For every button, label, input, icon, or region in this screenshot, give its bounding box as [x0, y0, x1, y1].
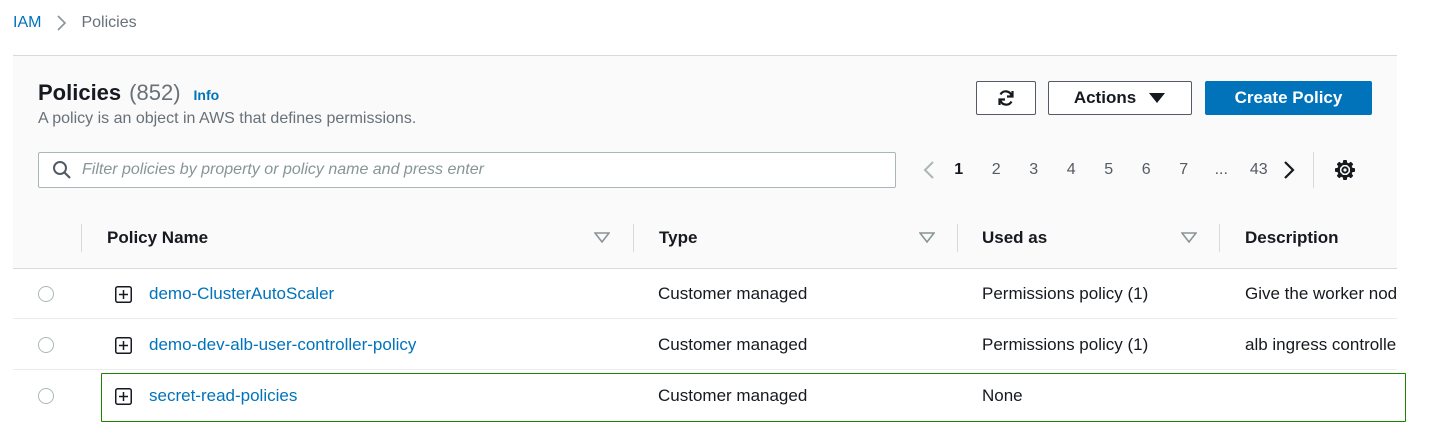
panel-header: Policies (852) Info A policy is an objec…: [13, 56, 1397, 209]
table-header: Policy Name Type Used as Description: [13, 208, 1397, 269]
previous-page-icon[interactable]: [918, 152, 940, 188]
policy-description: [1245, 371, 1397, 421]
policy-name-link[interactable]: demo-ClusterAutoScaler: [149, 269, 334, 319]
policy-name-link[interactable]: secret-read-policies: [149, 371, 297, 421]
page-7-button[interactable]: 7: [1165, 152, 1203, 188]
sort-down-icon[interactable]: [918, 230, 936, 246]
policy-used-as: None: [982, 386, 1023, 405]
expand-plus-icon[interactable]: [115, 388, 132, 405]
column-divider: [81, 224, 82, 252]
page-description: A policy is an object in AWS that define…: [38, 110, 417, 127]
page-4-button[interactable]: 4: [1053, 152, 1091, 188]
column-header-used-as[interactable]: Used as: [982, 208, 1047, 268]
refresh-icon: [996, 88, 1016, 108]
sort-down-icon[interactable]: [593, 230, 611, 246]
page-5-button[interactable]: 5: [1090, 152, 1128, 188]
info-link[interactable]: Info: [194, 87, 220, 103]
actions-dropdown-button[interactable]: Actions: [1048, 81, 1192, 115]
table-row[interactable]: secret-read-policies Customer managed No…: [13, 371, 1397, 421]
column-divider: [957, 224, 958, 252]
policy-used-as: Permissions policy (1): [982, 335, 1149, 354]
row-select-radio[interactable]: [38, 388, 54, 404]
breadcrumb-iam-link[interactable]: IAM: [13, 14, 41, 32]
policy-used-as: Permissions policy (1): [982, 284, 1149, 303]
expand-plus-icon[interactable]: [115, 337, 132, 354]
page-6-button[interactable]: 6: [1128, 152, 1166, 188]
policy-type: Customer managed: [658, 335, 808, 354]
page-last-button[interactable]: 43: [1240, 152, 1278, 188]
policy-count: (852): [129, 80, 181, 105]
policy-type: Customer managed: [658, 284, 808, 303]
page-2-button[interactable]: 2: [978, 152, 1016, 188]
breadcrumb-current: Policies: [81, 14, 137, 31]
expand-plus-icon[interactable]: [115, 286, 132, 303]
table-row[interactable]: demo-dev-alb-user-controller-policy Cust…: [13, 320, 1397, 370]
row-select-radio[interactable]: [38, 337, 54, 353]
pagination-divider: [1312, 152, 1314, 188]
pagination: 1 2 3 4 5 6 7 ... 43: [918, 152, 1356, 188]
refresh-button[interactable]: [976, 81, 1036, 115]
search-input[interactable]: [82, 155, 895, 185]
sort-down-icon[interactable]: [1180, 230, 1198, 246]
caret-down-icon: [1148, 92, 1166, 104]
gear-icon[interactable]: [1334, 159, 1356, 181]
policy-description: Give the worker nod: [1245, 284, 1397, 303]
actions-label: Actions: [1073, 88, 1137, 107]
title-row: Policies (852) Info: [38, 80, 219, 106]
policy-type: Customer managed: [658, 386, 808, 405]
search-box: [38, 152, 896, 188]
chevron-right-icon: [47, 13, 75, 33]
page-title: Policies: [38, 80, 122, 105]
search-icon: [52, 160, 72, 180]
next-page-icon[interactable]: [1278, 152, 1300, 188]
column-divider: [633, 224, 634, 252]
policy-description: alb ingress controlle: [1245, 335, 1397, 354]
table-row[interactable]: demo-ClusterAutoScaler Customer managed …: [13, 269, 1397, 319]
column-header-policy-name[interactable]: Policy Name: [107, 208, 208, 268]
page-1-button[interactable]: 1: [940, 152, 978, 188]
policy-name-link[interactable]: demo-dev-alb-user-controller-policy: [149, 320, 416, 370]
page-3-button[interactable]: 3: [1015, 152, 1053, 188]
create-policy-button[interactable]: Create Policy: [1205, 81, 1372, 115]
policies-panel: Policies (852) Info A policy is an objec…: [13, 55, 1397, 433]
column-header-type[interactable]: Type: [659, 208, 697, 268]
column-divider: [1219, 224, 1220, 252]
row-select-radio[interactable]: [38, 286, 54, 302]
column-header-description[interactable]: Description: [1245, 208, 1339, 268]
pagination-ellipsis: ...: [1214, 161, 1228, 178]
breadcrumb: IAM Policies: [13, 13, 137, 33]
